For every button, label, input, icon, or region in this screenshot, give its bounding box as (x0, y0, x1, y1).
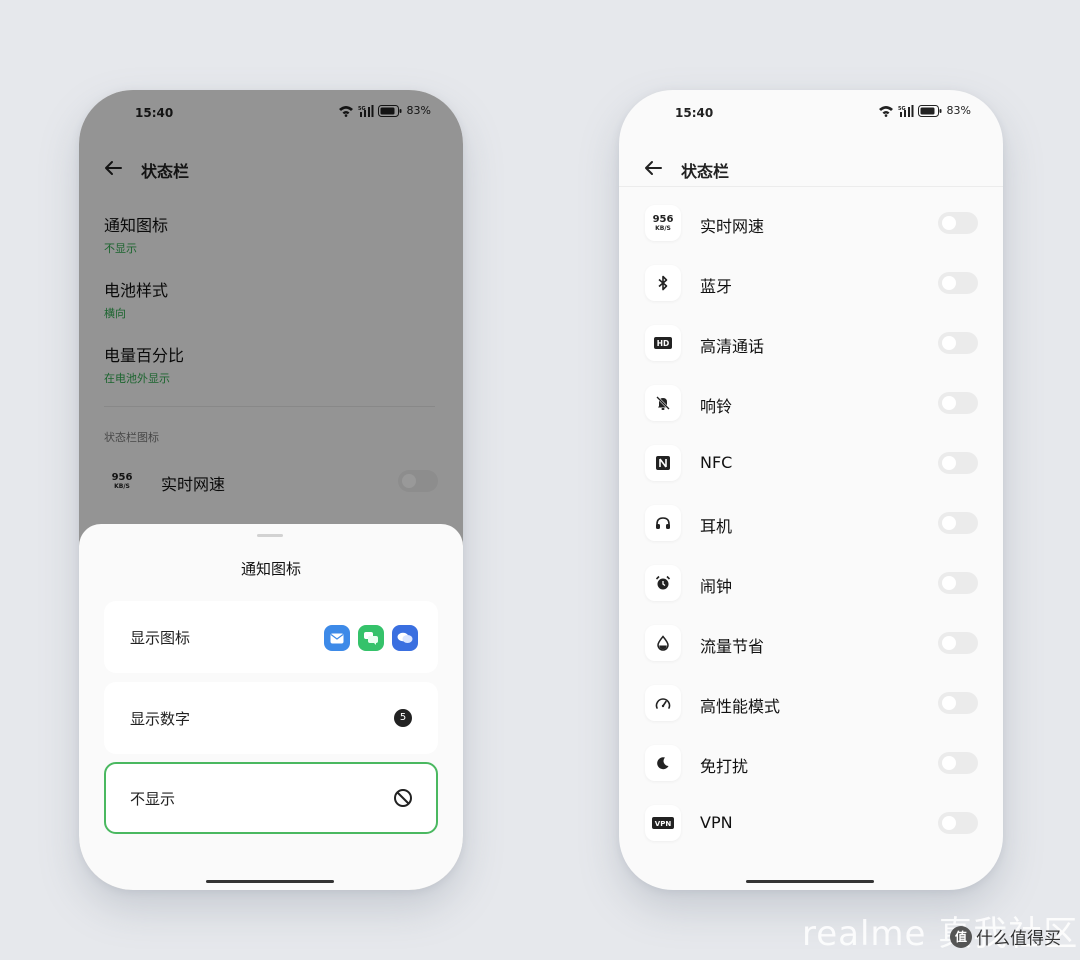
messages-app-icon (358, 625, 384, 651)
battery-percent: 83% (946, 104, 971, 117)
source-watermark-text: 什么值得买 (976, 929, 1061, 949)
network-speed-icon: 956 KB/S (645, 205, 681, 241)
page-title: 状态栏 (681, 162, 730, 181)
row-label: 闹钟 (700, 577, 733, 596)
row-label: 免打扰 (700, 757, 749, 776)
sheet-handle[interactable] (257, 534, 283, 537)
home-indicator[interactable] (206, 880, 334, 883)
phone-left: 15:40 5G 83% 状态栏 通知图标 不显示 电池样式 横向 电量百分比 … (79, 90, 463, 890)
header-divider (619, 186, 1003, 187)
option-show-icons[interactable]: 显示图标 (104, 601, 438, 673)
network-speed-toggle[interactable] (938, 212, 978, 234)
row-label: VPN (700, 813, 733, 832)
status-bar: 15:40 5G 83% (619, 90, 1003, 136)
bell-muted-icon (645, 385, 681, 421)
title-bar: 状态栏 (619, 146, 1003, 190)
toggle-row-dnd: 免打扰 (619, 733, 1003, 793)
vpn-icon-text: VPN (655, 820, 672, 828)
toggle-row-alarm: 闹钟 (619, 553, 1003, 613)
alarm-icon (645, 565, 681, 601)
battery-icon (917, 104, 942, 117)
nfc-icon (645, 445, 681, 481)
toggle-row-hd-call: HD 高清通话 (619, 313, 1003, 373)
toggle-row-data-saver: 流量节省 (619, 613, 1003, 673)
option-label: 显示数字 (130, 710, 191, 728)
row-label: 响铃 (700, 397, 733, 416)
option-label: 显示图标 (130, 629, 191, 647)
back-arrow-icon[interactable] (641, 156, 665, 180)
row-label: 高清通话 (700, 337, 765, 356)
chat-app-icon (392, 625, 418, 651)
row-label: 流量节省 (700, 637, 765, 656)
option-hide[interactable]: 不显示 (104, 762, 438, 834)
toggle-row-headphones: 耳机 (619, 493, 1003, 553)
toggle-row-nfc: NFC (619, 433, 1003, 493)
hd-icon-text: HD (657, 339, 670, 348)
phone-right: 15:40 5G 83% 状态栏 956 KB/S 实时网速 蓝牙 HD 高清通… (619, 90, 1003, 890)
wifi-icon (878, 105, 893, 117)
toggle-row-ringer: 响铃 (619, 373, 1003, 433)
alarm-toggle[interactable] (938, 572, 978, 594)
home-indicator[interactable] (746, 880, 874, 883)
option-label: 不显示 (130, 790, 176, 808)
row-label: 实时网速 (700, 217, 765, 236)
signal-icon: 5G (898, 104, 914, 117)
toggle-row-network-speed: 956 KB/S 实时网速 (619, 193, 1003, 253)
mail-app-icon (324, 625, 350, 651)
vpn-icon: VPN (645, 805, 681, 841)
toggle-row-bluetooth: 蓝牙 (619, 253, 1003, 313)
speed-icon-number: 956 (652, 213, 674, 225)
row-label: 蓝牙 (700, 277, 733, 296)
number-badge: 5 (394, 709, 412, 727)
data-saver-toggle[interactable] (938, 632, 978, 654)
data-saver-icon (645, 625, 681, 661)
vpn-toggle[interactable] (938, 812, 978, 834)
speedometer-icon (645, 685, 681, 721)
bottom-sheet: 通知图标 显示图标 显示数字 5 不显示 (79, 524, 463, 890)
sheet-title: 通知图标 (240, 560, 301, 578)
hd-call-toggle[interactable] (938, 332, 978, 354)
toggle-row-vpn: VPN VPN (619, 793, 1003, 853)
row-label: NFC (700, 453, 733, 472)
row-label: 耳机 (700, 517, 733, 536)
source-watermark: 值 什么值得买 (950, 924, 1061, 949)
moon-icon (645, 745, 681, 781)
bluetooth-toggle[interactable] (938, 272, 978, 294)
source-logo-icon: 值 (950, 925, 972, 948)
option-show-number[interactable]: 显示数字 5 (104, 682, 438, 754)
hd-icon: HD (645, 325, 681, 361)
nfc-toggle[interactable] (938, 452, 978, 474)
toggle-row-performance: 高性能模式 (619, 673, 1003, 733)
dnd-toggle[interactable] (938, 752, 978, 774)
row-label: 高性能模式 (700, 697, 781, 716)
headphones-icon (645, 505, 681, 541)
speed-icon-unit: KB/S (655, 224, 671, 232)
status-time: 15:40 (675, 106, 714, 120)
performance-toggle[interactable] (938, 692, 978, 714)
prohibited-icon (394, 789, 412, 807)
ringer-toggle[interactable] (938, 392, 978, 414)
headphones-toggle[interactable] (938, 512, 978, 534)
bluetooth-icon (645, 265, 681, 301)
